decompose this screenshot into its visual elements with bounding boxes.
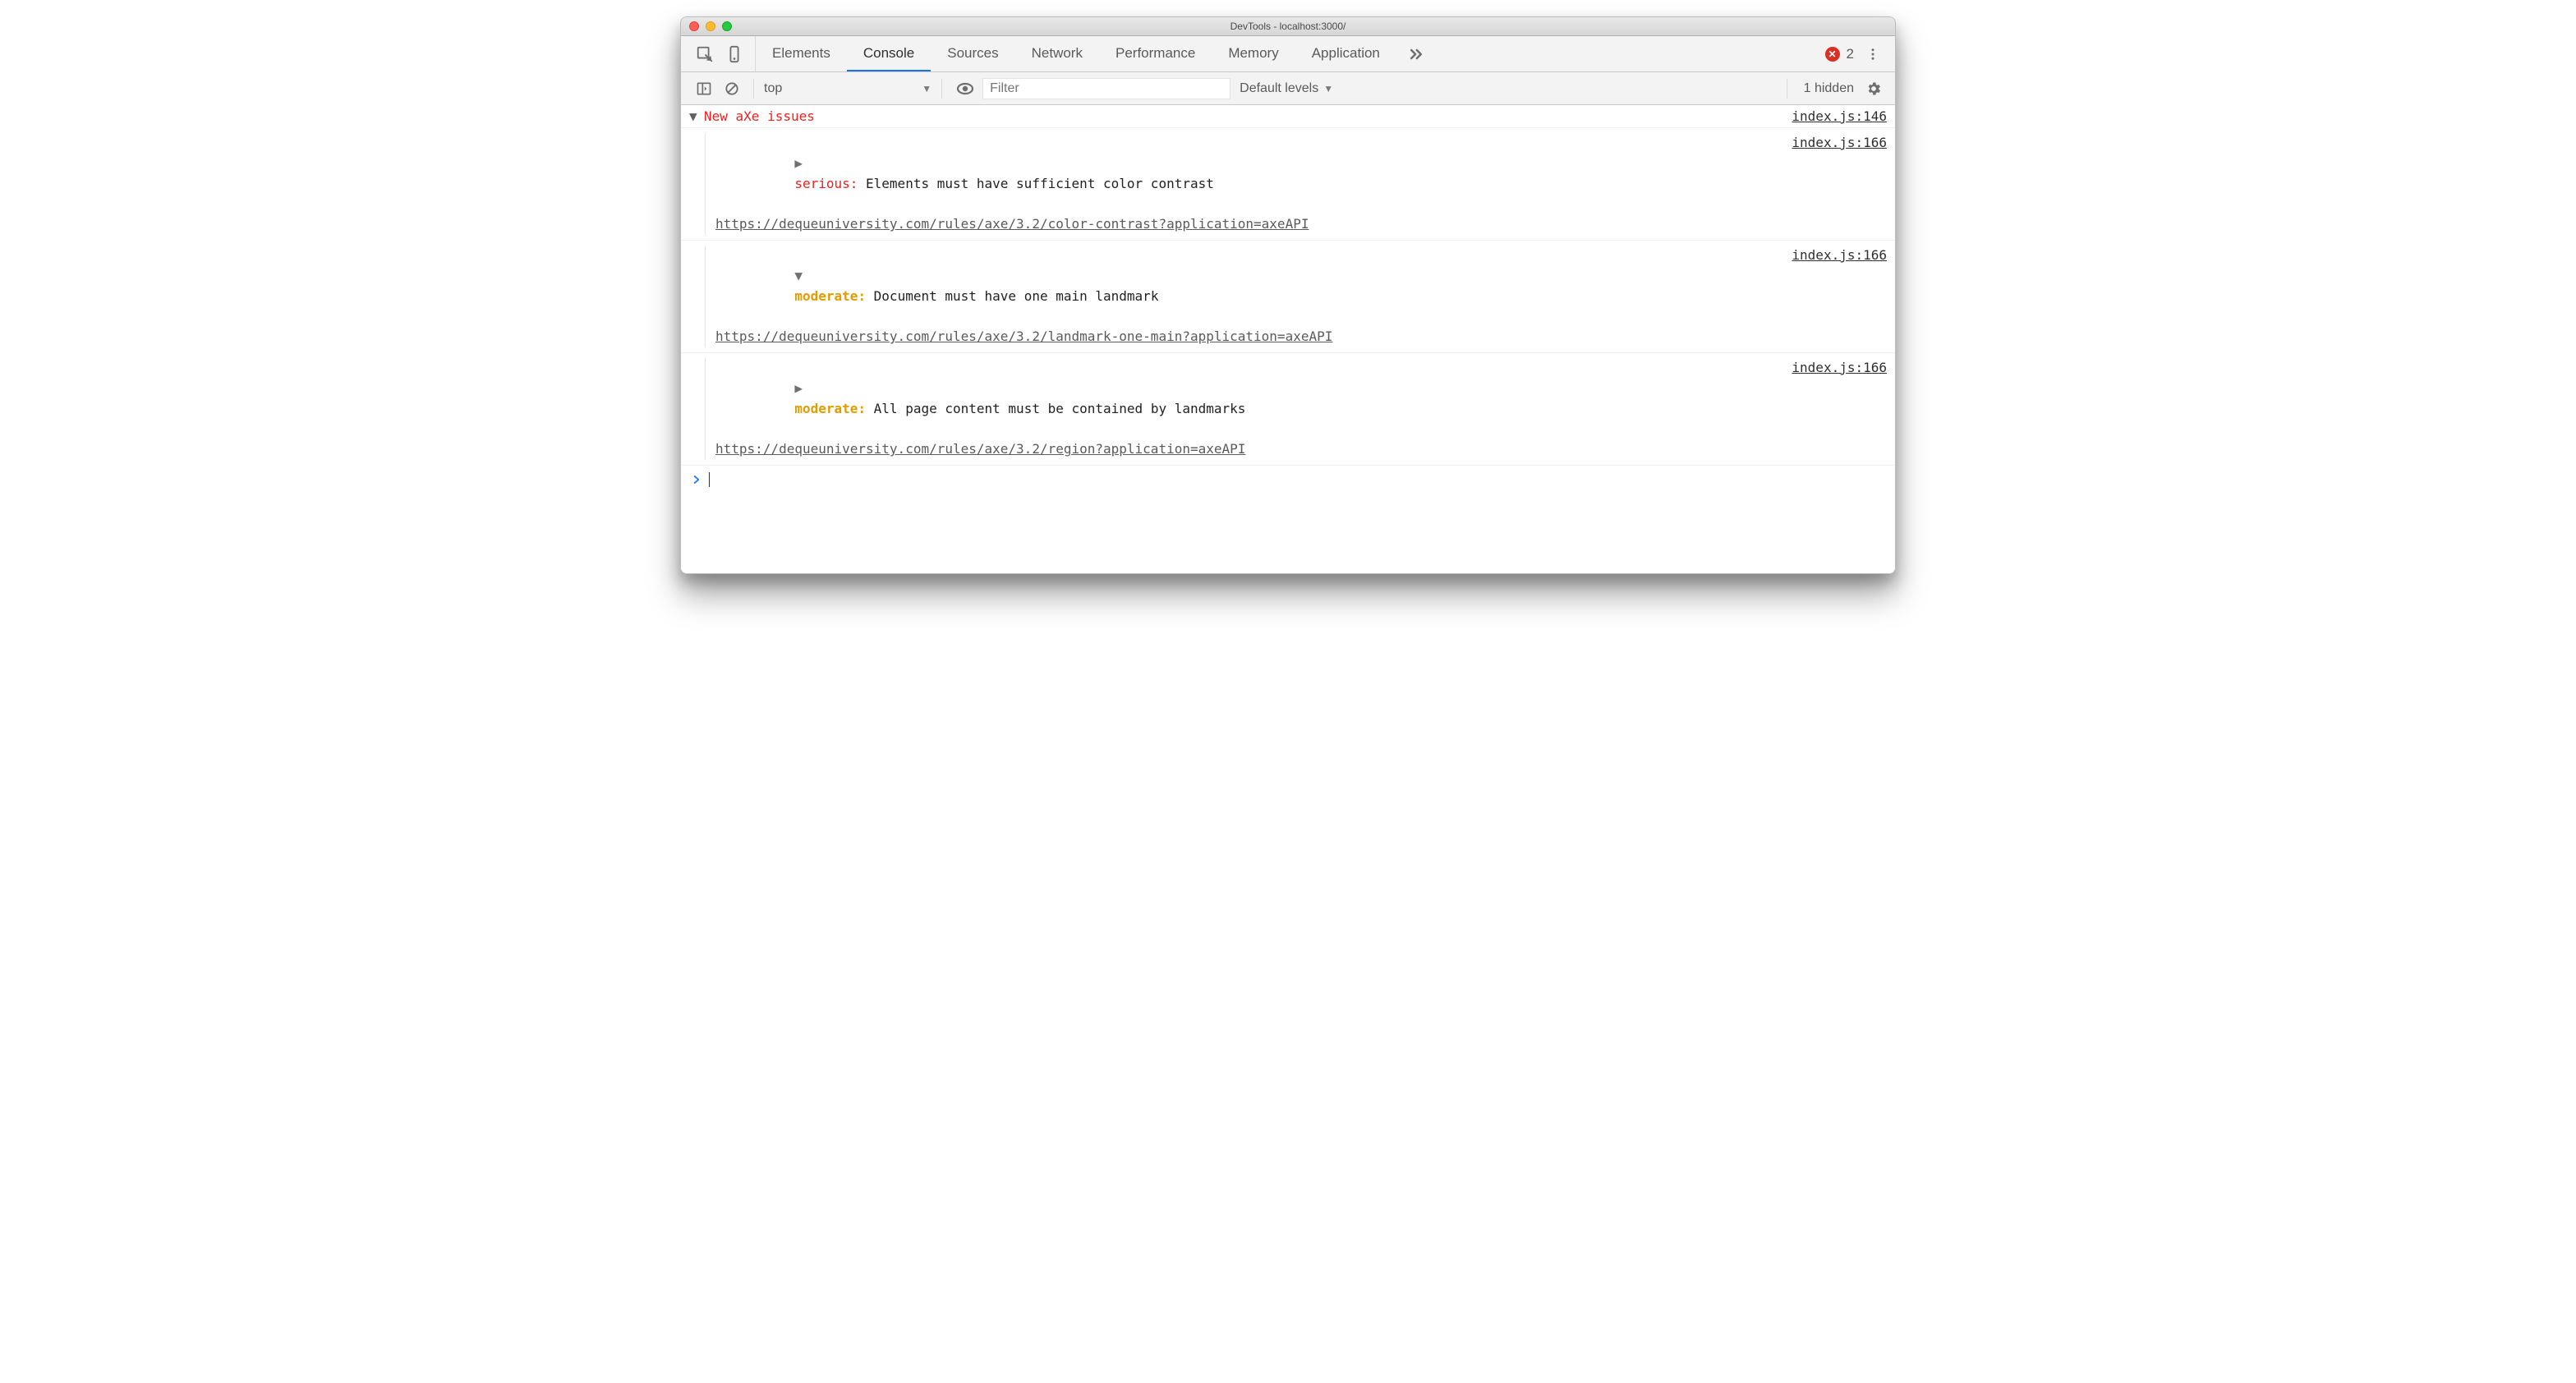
tab-label: Console: [863, 45, 914, 62]
console-message: ▶ moderate: All page content must be con…: [681, 353, 1895, 466]
log-level-select[interactable]: Default levels ▼: [1230, 81, 1343, 96]
issue-message: All page content must be contained by la…: [866, 401, 1245, 416]
show-console-sidebar-icon[interactable]: [696, 80, 712, 97]
window-titlebar: DevTools - localhost:3000/: [681, 17, 1895, 36]
error-count: 2: [1847, 46, 1854, 62]
console-prompt[interactable]: [681, 466, 1895, 494]
live-expression-icon[interactable]: [947, 79, 983, 99]
chevron-down-icon: ▼: [1323, 83, 1333, 94]
tab-application[interactable]: Application: [1295, 36, 1396, 71]
text-cursor: [709, 472, 710, 487]
group-gutter: [681, 358, 706, 460]
tab-label: Application: [1312, 45, 1380, 62]
tab-console[interactable]: Console: [847, 36, 931, 71]
group-gutter: [681, 246, 706, 347]
device-toolbar-icon[interactable]: [725, 45, 743, 63]
log-level-label: Default levels: [1240, 81, 1318, 96]
tab-label: Performance: [1116, 45, 1195, 62]
tab-memory[interactable]: Memory: [1212, 36, 1295, 71]
tab-label: Sources: [947, 45, 998, 62]
tab-sources[interactable]: Sources: [931, 36, 1014, 71]
console-message: ▶ serious: Elements must have sufficient…: [681, 128, 1895, 241]
tab-performance[interactable]: Performance: [1099, 36, 1212, 71]
chevron-right-icon: [691, 474, 702, 485]
execution-context-select[interactable]: top ▼: [759, 81, 936, 96]
tab-label: Memory: [1228, 45, 1278, 62]
disclosure-triangle-icon[interactable]: ▼: [689, 108, 701, 124]
window-title: DevTools - localhost:3000/: [681, 21, 1895, 32]
error-badge-icon[interactable]: ✕: [1825, 47, 1840, 62]
console-settings-icon[interactable]: [1865, 80, 1882, 97]
hidden-count: 1 hidden: [1804, 81, 1854, 96]
more-tabs-icon[interactable]: [1396, 36, 1436, 71]
severity-label: moderate:: [794, 401, 866, 416]
clear-console-icon[interactable]: [724, 80, 740, 97]
issue-url[interactable]: https://dequeuniversity.com/rules/axe/3.…: [715, 441, 1245, 457]
source-link[interactable]: index.js:146: [1792, 108, 1887, 124]
issue-message: Document must have one main landmark: [866, 288, 1158, 304]
panel-tabs: Elements Console Sources Network Perform…: [681, 36, 1895, 72]
console-message: ▼ moderate: Document must have one main …: [681, 241, 1895, 353]
group-gutter: [681, 133, 706, 235]
disclosure-triangle-icon[interactable]: ▼: [794, 266, 804, 287]
console-group-header[interactable]: ▼ New aXe issues index.js:146: [681, 105, 1895, 128]
devtools-window: DevTools - localhost:3000/ Elements Cons…: [680, 16, 1896, 574]
console-filter-input[interactable]: [983, 79, 1230, 99]
source-link[interactable]: index.js:166: [1792, 358, 1887, 379]
tab-label: Network: [1032, 45, 1083, 62]
window-close-button[interactable]: [689, 21, 699, 31]
issue-message: Elements must have sufficient color cont…: [858, 176, 1213, 191]
tab-network[interactable]: Network: [1015, 36, 1099, 71]
execution-context-label: top: [764, 81, 782, 96]
console-toolbar: top ▼ Default levels ▼ 1 hidden: [681, 72, 1895, 105]
source-link[interactable]: index.js:166: [1792, 246, 1887, 266]
kebab-menu-icon[interactable]: [1865, 47, 1880, 62]
window-minimize-button[interactable]: [706, 21, 715, 31]
inspect-element-icon[interactable]: [696, 45, 714, 63]
tab-label: Elements: [772, 45, 830, 62]
disclosure-triangle-icon[interactable]: ▶: [794, 154, 804, 174]
disclosure-triangle-icon[interactable]: ▶: [794, 379, 804, 399]
issue-url[interactable]: https://dequeuniversity.com/rules/axe/3.…: [715, 216, 1309, 232]
group-title: New aXe issues: [704, 108, 815, 124]
window-zoom-button[interactable]: [722, 21, 732, 31]
chevron-down-icon: ▼: [922, 83, 932, 94]
severity-label: moderate:: [794, 288, 866, 304]
console-messages: ▼ New aXe issues index.js:146 ▶ serious:…: [681, 105, 1895, 573]
source-link[interactable]: index.js:166: [1792, 133, 1887, 154]
severity-label: serious:: [794, 176, 858, 191]
traffic-lights: [689, 21, 732, 31]
issue-url[interactable]: https://dequeuniversity.com/rules/axe/3.…: [715, 329, 1332, 344]
tab-elements[interactable]: Elements: [756, 36, 847, 71]
